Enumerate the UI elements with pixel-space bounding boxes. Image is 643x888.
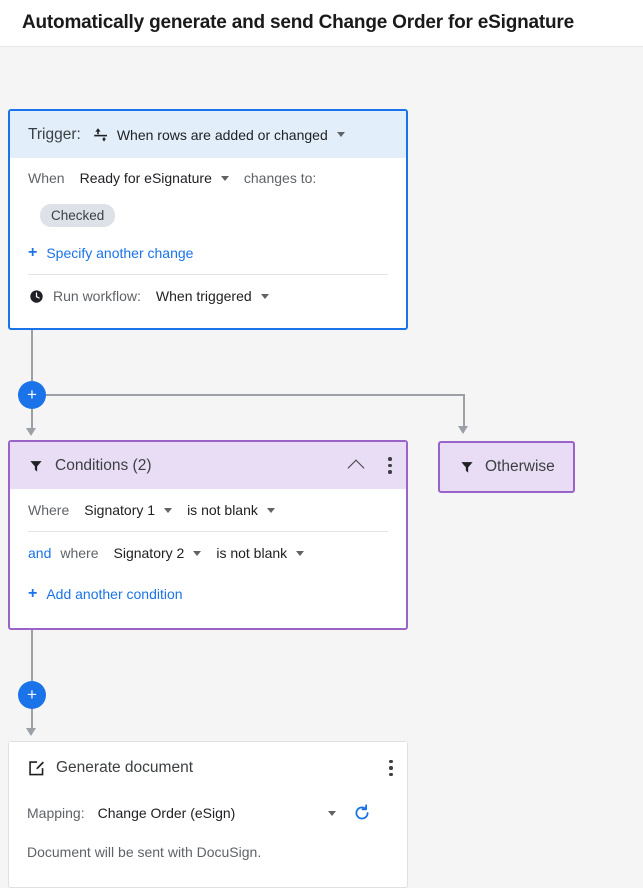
conditions-card-body: Where Signatory 1 is not blank <box>10 489 406 531</box>
trigger-type-dropdown[interactable]: When rows are added or changed <box>117 127 345 143</box>
page-header: Automatically generate and send Change O… <box>0 0 643 47</box>
generate-document-header: Generate document <box>9 742 407 794</box>
run-workflow-value: When triggered <box>155 288 252 304</box>
trigger-when-label: When <box>28 170 65 186</box>
trigger-label: Trigger: <box>28 125 81 143</box>
condition-field-dropdown-2[interactable]: Signatory 2 <box>114 545 202 561</box>
connector-branch-horizontal <box>46 394 464 396</box>
add-step-button-1[interactable]: + <box>18 381 46 409</box>
condition-field-value-2: Signatory 2 <box>113 545 185 561</box>
trigger-run-section: Run workflow: When triggered <box>10 275 406 317</box>
workflow-canvas: + + Trigger: When rows are added or chan… <box>0 47 643 888</box>
trigger-value-chip[interactable]: Checked <box>40 203 116 227</box>
conditions-menu-button[interactable] <box>388 457 392 474</box>
add-step-plus-glyph-1: + <box>27 384 37 404</box>
connector-arrow-conditions <box>26 428 36 436</box>
generate-document-body: Mapping: Change Order (eSign) Document w… <box>9 794 407 860</box>
chevron-down-icon <box>164 507 173 513</box>
import-rows-icon <box>92 126 110 144</box>
connector-trigger-to-branch <box>31 330 33 381</box>
condition-row-2: and where Signatory 2 is not blank <box>28 532 388 574</box>
plus-icon: + <box>28 585 38 602</box>
connector-to-otherwise <box>463 394 465 427</box>
conditions-title: Conditions (2) <box>55 456 152 474</box>
run-workflow-row: Run workflow: When triggered <box>28 275 388 317</box>
add-step-button-2[interactable]: + <box>18 681 46 709</box>
conditions-card: Conditions (2) Where Signatory 1 is not … <box>8 440 408 630</box>
refresh-icon[interactable] <box>352 803 372 823</box>
conditions-card-body-2: and where Signatory 2 is not blank + Add… <box>10 532 406 614</box>
connector-branch-to-conditions <box>31 409 33 429</box>
condition-prefix-2: where <box>60 545 99 561</box>
trigger-column-value: Ready for eSignature <box>79 170 212 186</box>
mapping-dropdown[interactable]: Change Order (eSign) <box>98 805 336 821</box>
condition-operator-dropdown-1[interactable]: is not blank <box>187 502 275 518</box>
specify-another-change-label: Specify another change <box>46 245 194 261</box>
filter-icon <box>28 458 44 474</box>
mapping-label: Mapping: <box>27 805 85 821</box>
condition-conjunction-2[interactable]: and <box>28 545 51 561</box>
filter-icon <box>459 459 475 475</box>
chevron-down-icon <box>220 175 229 181</box>
compose-document-icon <box>27 759 45 777</box>
otherwise-card[interactable]: Otherwise <box>438 441 575 493</box>
conditions-card-header: Conditions (2) <box>10 442 406 489</box>
condition-operator-dropdown-2[interactable]: is not blank <box>216 545 305 561</box>
page-title: Automatically generate and send Change O… <box>22 12 574 33</box>
condition-operator-value-2: is not blank <box>216 545 288 561</box>
trigger-changes-to-label: changes to: <box>243 170 317 186</box>
connector-action-stem <box>31 709 33 729</box>
add-another-condition-label: Add another condition <box>46 586 183 602</box>
run-workflow-dropdown[interactable]: When triggered <box>156 288 269 304</box>
condition-operator-value-1: is not blank <box>187 502 258 518</box>
add-condition-row: + Add another condition <box>28 574 388 614</box>
add-step-plus-glyph-2: + <box>27 684 37 704</box>
chevron-down-icon <box>296 550 305 556</box>
chevron-down-icon <box>266 507 275 513</box>
trigger-card-body: When Ready for eSignature changes to: Ch… <box>10 158 406 274</box>
trigger-card: Trigger: When rows are added or changed … <box>8 109 408 330</box>
generate-document-note: Document will be sent with DocuSign. <box>27 844 262 860</box>
chevron-up-icon[interactable] <box>347 459 365 476</box>
trigger-chip-row: Checked <box>28 198 388 232</box>
mapping-row: Mapping: Change Order (eSign) <box>27 794 389 832</box>
clock-icon <box>28 288 44 304</box>
otherwise-label: Otherwise <box>485 458 555 475</box>
trigger-type-value: When rows are added or changed <box>116 126 328 143</box>
plus-icon: + <box>28 244 38 261</box>
trigger-card-header: Trigger: When rows are added or changed <box>10 111 406 158</box>
trigger-when-row: When Ready for eSignature changes to: <box>28 158 388 198</box>
mapping-value: Change Order (eSign) <box>97 805 236 821</box>
connector-arrow-action <box>26 728 36 736</box>
generate-document-menu-button[interactable] <box>389 759 393 777</box>
chevron-down-icon <box>260 293 269 299</box>
chevron-down-icon <box>193 550 202 556</box>
specify-another-change-row: + Specify another change <box>28 232 388 274</box>
generate-document-title: Generate document <box>56 759 194 776</box>
chevron-down-icon <box>336 132 345 137</box>
condition-field-dropdown-1[interactable]: Signatory 1 <box>84 502 173 518</box>
condition-prefix-1: Where <box>28 502 70 518</box>
condition-row-1: Where Signatory 1 is not blank <box>28 489 388 531</box>
connector-arrow-otherwise <box>458 426 468 434</box>
chevron-down-icon <box>327 810 336 816</box>
specify-another-change-button[interactable]: + Specify another change <box>28 244 194 262</box>
add-another-condition-button[interactable]: + Add another condition <box>28 585 183 603</box>
run-workflow-label: Run workflow: <box>53 288 141 304</box>
condition-field-value-1: Signatory 1 <box>84 502 156 518</box>
generate-document-card: Generate document Mapping: Change Order … <box>8 741 408 888</box>
connector-conditions-to-action <box>31 630 33 681</box>
trigger-column-dropdown[interactable]: Ready for eSignature <box>80 170 229 186</box>
